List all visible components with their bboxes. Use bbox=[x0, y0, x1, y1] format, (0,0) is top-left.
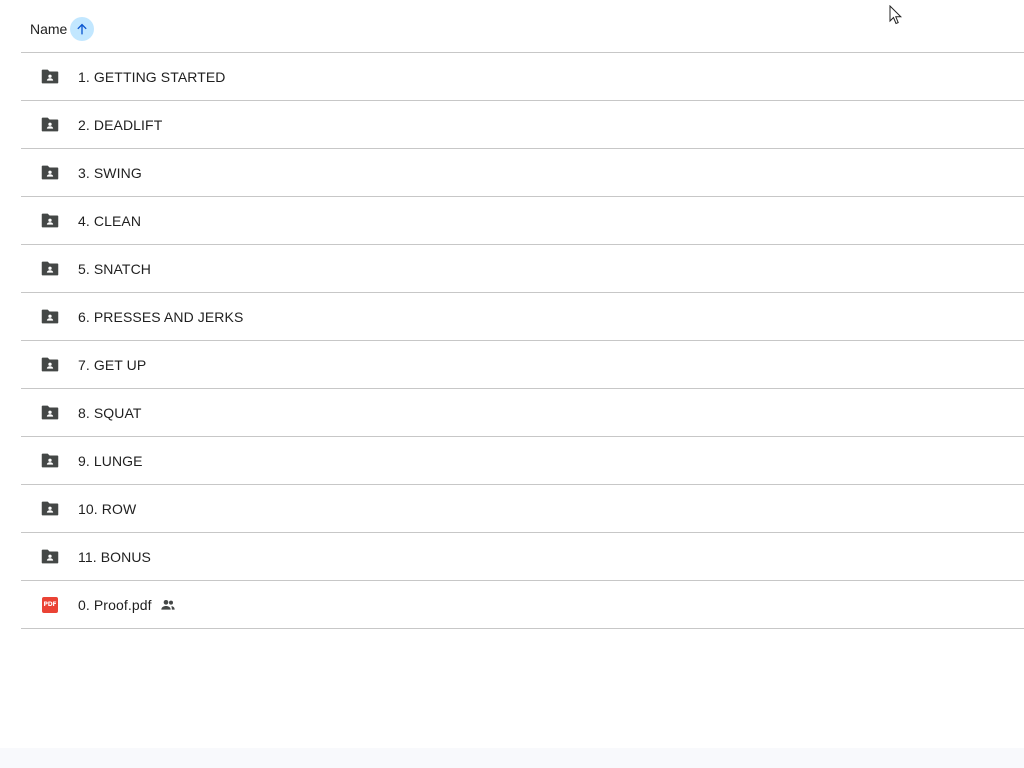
folder-name: 8. SQUAT bbox=[78, 404, 142, 421]
arrow-up-icon bbox=[77, 23, 88, 34]
list-header: Name bbox=[21, 5, 1024, 53]
folder-name: 9. LUNGE bbox=[78, 452, 143, 469]
list-item-folder[interactable]: 3. SWING bbox=[21, 149, 1024, 197]
folder-name: 4. CLEAN bbox=[78, 212, 142, 229]
list-item-folder[interactable]: 1. GETTING STARTED bbox=[21, 53, 1024, 101]
shared-folder-icon bbox=[39, 66, 61, 88]
mouse-cursor-icon bbox=[889, 5, 903, 25]
list-item-folder[interactable]: 2. DEADLIFT bbox=[21, 101, 1024, 149]
footer-strip bbox=[0, 748, 1024, 768]
sort-by-name-label[interactable]: Name bbox=[30, 21, 67, 37]
shared-folder-icon bbox=[39, 210, 61, 232]
shared-folder-icon bbox=[39, 354, 61, 376]
file-list: Name 1. GETTING STARTED 2. DEADLIFT 3. SWI… bbox=[21, 5, 1024, 629]
list-item-folder[interactable]: 7. GET UP bbox=[21, 341, 1024, 389]
folder-name: 2. DEADLIFT bbox=[78, 116, 163, 133]
list-item-folder[interactable]: 10. ROW bbox=[21, 485, 1024, 533]
folder-name: 11. BONUS bbox=[78, 548, 151, 565]
list-item-folder[interactable]: 9. LUNGE bbox=[21, 437, 1024, 485]
folder-name: 1. GETTING STARTED bbox=[78, 68, 226, 85]
shared-folder-icon bbox=[39, 450, 61, 472]
shared-folder-icon bbox=[39, 114, 61, 136]
list-item-folder[interactable]: 6. PRESSES AND JERKS bbox=[21, 293, 1024, 341]
people-icon bbox=[160, 597, 176, 613]
list-item-file[interactable]: PDF 0. Proof.pdf bbox=[21, 581, 1024, 629]
folder-name: 3. SWING bbox=[78, 164, 142, 181]
folder-name: 6. PRESSES AND JERKS bbox=[78, 308, 244, 325]
list-item-folder[interactable]: 8. SQUAT bbox=[21, 389, 1024, 437]
shared-folder-icon bbox=[39, 258, 61, 280]
shared-folder-icon bbox=[39, 498, 61, 520]
file-name: 0. Proof.pdf bbox=[78, 596, 152, 613]
folder-name: 10. ROW bbox=[78, 500, 137, 517]
shared-folder-icon bbox=[39, 546, 61, 568]
folder-name: 7. GET UP bbox=[78, 356, 147, 373]
list-item-folder[interactable]: 4. CLEAN bbox=[21, 197, 1024, 245]
shared-folder-icon bbox=[39, 402, 61, 424]
sort-direction-button[interactable] bbox=[70, 16, 95, 41]
list-item-folder[interactable]: 11. BONUS bbox=[21, 533, 1024, 581]
shared-folder-icon bbox=[39, 306, 61, 328]
pdf-icon: PDF bbox=[39, 594, 61, 616]
list-item-folder[interactable]: 5. SNATCH bbox=[21, 245, 1024, 293]
shared-folder-icon bbox=[39, 162, 61, 184]
folder-name: 5. SNATCH bbox=[78, 260, 151, 277]
